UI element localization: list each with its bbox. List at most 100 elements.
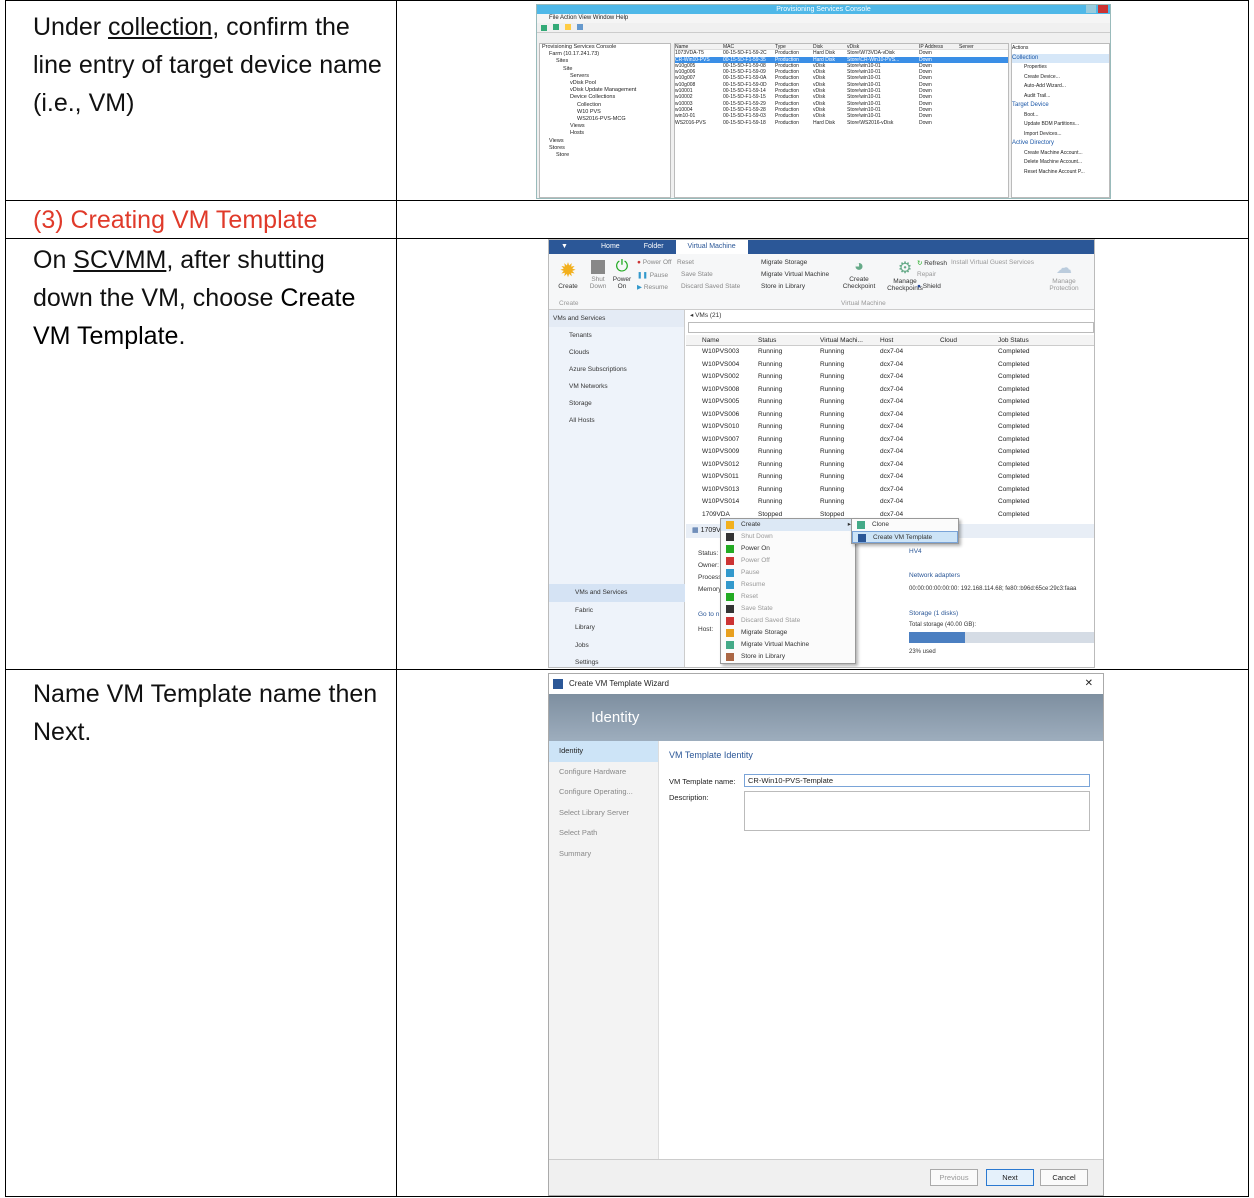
submenu-item[interactable]: Clone xyxy=(852,519,958,531)
tree-item[interactable]: Stores xyxy=(540,145,670,152)
table-row[interactable]: W10PVS005 Running Running dcx7-04 Completed xyxy=(686,396,1094,409)
reset-button[interactable]: Reset xyxy=(677,259,694,266)
tree-item[interactable]: Farm (10.17.241.73) xyxy=(540,51,670,58)
action-item[interactable]: Boot... xyxy=(1012,111,1109,121)
manage-protection-button[interactable]: ☁ Manage Protection xyxy=(1045,258,1083,292)
tree-item[interactable]: vDisk Update Management xyxy=(540,87,670,94)
file-tab[interactable]: ▼ xyxy=(549,240,589,254)
close-icon[interactable] xyxy=(1098,5,1108,13)
install-guest-services-button[interactable]: Install Virtual Guest Services xyxy=(951,259,1034,266)
wizard-step[interactable]: Identity xyxy=(549,741,658,762)
submenu-item[interactable]: Create VM Template xyxy=(852,531,958,543)
column-header[interactable]: Disk xyxy=(813,44,847,49)
column-header[interactable]: Host xyxy=(880,335,940,345)
column-header[interactable]: Job Status xyxy=(998,335,1078,345)
tab-folder[interactable]: Folder xyxy=(632,240,676,254)
tree-item[interactable]: Collection xyxy=(540,102,670,109)
workspace-item[interactable]: Library xyxy=(549,619,685,637)
action-item[interactable]: Delete Machine Account... xyxy=(1012,158,1109,168)
action-item[interactable]: Create Machine Account... xyxy=(1012,149,1109,159)
action-item[interactable]: Import Devices... xyxy=(1012,130,1109,140)
power-on-button[interactable]: ⏻ Power On xyxy=(611,258,633,290)
create-button[interactable]: ✹ Create xyxy=(553,258,583,290)
discard-button[interactable]: Discard Saved State xyxy=(681,283,740,290)
context-menu-item[interactable]: Resume xyxy=(721,579,855,591)
wizard-step[interactable]: Select Path xyxy=(549,823,658,844)
column-header[interactable]: Virtual Machi... xyxy=(820,335,880,345)
migrate-storage-button[interactable]: Migrate Storage xyxy=(761,259,807,266)
workspace-item[interactable]: VMs and Services xyxy=(549,584,685,602)
table-row[interactable]: W10PVS002 Running Running dcx7-04 Completed xyxy=(686,371,1094,384)
context-menu-item[interactable]: Save State xyxy=(721,603,855,615)
grid-icon[interactable] xyxy=(576,24,583,30)
context-menu-item[interactable]: Shut Down xyxy=(721,531,855,543)
context-menu-item[interactable]: Migrate Storage xyxy=(721,627,855,639)
table-row[interactable]: WS2016-PVS 00-15-5D-F1-59-18 Production Har… xyxy=(675,120,1008,126)
cancel-button[interactable]: Cancel xyxy=(1040,1169,1088,1186)
tab-home[interactable]: Home xyxy=(589,240,632,254)
table-row[interactable]: W10PVS007 Running Running dcx7-04 Completed xyxy=(686,434,1094,447)
table-row[interactable]: W10PVS014 Running Running dcx7-04 Completed xyxy=(686,496,1094,509)
action-item[interactable]: Auto-Add Wizard... xyxy=(1012,82,1109,92)
column-header[interactable]: Server xyxy=(959,44,989,49)
tree-item[interactable]: Servers xyxy=(540,73,670,80)
tree-item[interactable]: Site xyxy=(540,66,670,73)
save-state-button[interactable]: Save State xyxy=(681,271,713,278)
maximize-icon[interactable] xyxy=(1086,5,1096,13)
pvs-tree[interactable]: Provisioning Services Console Farm (10.17… xyxy=(539,43,671,198)
context-menu-item[interactable]: Pause xyxy=(721,567,855,579)
tree-item[interactable]: Sites xyxy=(540,58,670,65)
tree-item[interactable]: Views xyxy=(540,138,670,145)
nav-item[interactable]: Tenants xyxy=(549,327,684,344)
context-menu-item[interactable]: Store in Library xyxy=(721,651,855,663)
tree-item[interactable]: W10 PVS xyxy=(540,109,670,116)
action-item[interactable]: Update BDM Partitions... xyxy=(1012,120,1109,130)
action-item[interactable]: Properties xyxy=(1012,63,1109,73)
table-row[interactable]: W10PVS011 Running Running dcx7-04 Completed xyxy=(686,471,1094,484)
column-header[interactable]: MAC xyxy=(723,44,775,49)
table-row[interactable]: W10PVS008 Running Running dcx7-04 Completed xyxy=(686,384,1094,397)
nav-item[interactable]: Azure Subscriptions xyxy=(549,361,684,378)
wizard-step[interactable]: Configure Operating... xyxy=(549,782,658,803)
tree-item[interactable]: Store xyxy=(540,152,670,159)
action-item[interactable]: Reset Machine Account P... xyxy=(1012,168,1109,178)
table-row[interactable]: W10PVS010 Running Running dcx7-04 Completed xyxy=(686,421,1094,434)
context-menu-item[interactable]: Reset xyxy=(721,591,855,603)
create-checkpoint-button[interactable]: ◕ Create Checkpoint xyxy=(839,258,879,290)
previous-button[interactable]: Previous xyxy=(930,1169,978,1186)
pause-button[interactable]: ❚❚ Pause xyxy=(637,271,668,279)
filter-input[interactable] xyxy=(688,322,1094,333)
column-header[interactable]: Name xyxy=(675,44,723,49)
pvs-menubar[interactable]: File Action View Window Help xyxy=(537,14,1110,23)
column-header[interactable]: IP Address xyxy=(919,44,959,49)
table-row[interactable]: W10PVS012 Running Running dcx7-04 Completed xyxy=(686,459,1094,472)
next-button[interactable]: Next xyxy=(986,1169,1034,1186)
context-menu-item[interactable]: Create ▸ xyxy=(721,519,855,531)
nav-item[interactable]: Clouds xyxy=(549,344,684,361)
workspace-item[interactable]: Fabric xyxy=(549,602,685,620)
table-row[interactable]: W10PVS003 Running Running dcx7-04 Completed xyxy=(686,346,1094,359)
shield-button[interactable]: ● Shield xyxy=(917,283,941,290)
forward-icon[interactable] xyxy=(552,24,559,30)
power-off-button[interactable]: ● Power Off xyxy=(637,259,672,266)
repair-button[interactable]: Repair xyxy=(917,271,936,278)
migrate-vm-button[interactable]: Migrate Virtual Machine xyxy=(761,271,829,278)
context-menu-item[interactable]: Power Off xyxy=(721,555,855,567)
column-header[interactable]: Type xyxy=(775,44,813,49)
tree-item[interactable]: Hosts xyxy=(540,130,670,137)
template-name-input[interactable]: CR-Win10-PVS-Template xyxy=(744,774,1090,787)
resume-button[interactable]: ▶ Resume xyxy=(637,283,668,291)
table-row[interactable]: W10PVS013 Running Running dcx7-04 Completed xyxy=(686,484,1094,497)
action-item[interactable]: Audit Trail... xyxy=(1012,92,1109,102)
context-menu-item[interactable]: Migrate Virtual Machine xyxy=(721,639,855,651)
nav-item[interactable]: All Hosts xyxy=(549,412,684,429)
column-header[interactable]: Status xyxy=(758,335,820,345)
tree-item[interactable]: Views xyxy=(540,123,670,130)
nav-item[interactable]: Storage xyxy=(549,395,684,412)
tab-virtual-machine[interactable]: Virtual Machine xyxy=(675,240,748,254)
action-item[interactable]: Create Device... xyxy=(1012,73,1109,83)
wizard-step[interactable]: Summary xyxy=(549,844,658,865)
context-menu-item[interactable]: Power On xyxy=(721,543,855,555)
store-library-button[interactable]: Store in Library xyxy=(761,283,805,290)
tree-item[interactable]: Device Collections xyxy=(540,94,670,101)
